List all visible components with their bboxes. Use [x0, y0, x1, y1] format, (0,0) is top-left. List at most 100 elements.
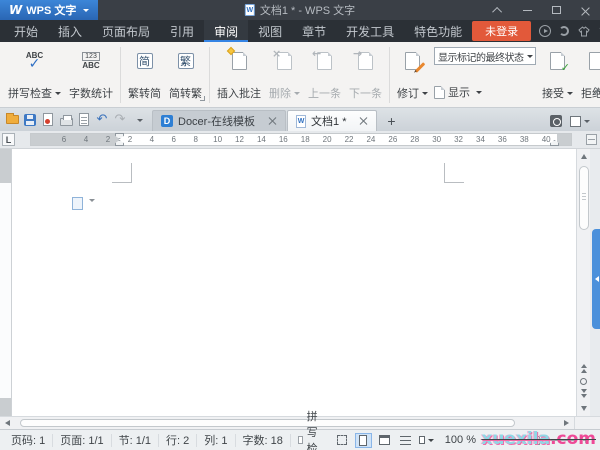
previous-page-button[interactable]	[577, 360, 591, 374]
export-pdf-button[interactable]	[40, 110, 56, 130]
document-page[interactable]	[12, 149, 576, 416]
ruler-toggle-icon[interactable]	[586, 134, 597, 145]
tabbar-tools	[550, 115, 598, 131]
tab-list-button[interactable]	[570, 115, 590, 127]
save-button[interactable]	[22, 110, 38, 130]
accept-change-icon	[550, 52, 565, 70]
insert-comment-button[interactable]: 插入批注	[213, 45, 265, 105]
app-menu-button[interactable]: W WPS 文字	[0, 0, 99, 20]
accept-change-button[interactable]: 接受	[538, 45, 577, 105]
status-field[interactable]: 字数: 18	[236, 433, 291, 447]
reject-change-button[interactable]: 拒绝	[577, 45, 600, 105]
outline-view-button[interactable]	[397, 433, 414, 448]
print-button[interactable]	[58, 110, 74, 130]
tab-section[interactable]: 章节	[292, 20, 336, 42]
chevron-down-icon	[83, 9, 90, 15]
markup-state-dropdown[interactable]: 显示标记的最终状态	[434, 47, 536, 65]
horizontal-scrollbar-thumb[interactable]	[20, 419, 515, 427]
wps-window: W WPS 文字 W 文档1 * - WPS 文字 开始 插入 页面布局 引用 …	[0, 0, 600, 450]
tab-special-features[interactable]: 特色功能	[404, 20, 472, 42]
vertical-scrollbar-thumb[interactable]	[578, 166, 589, 230]
zoom-slider-thumb[interactable]	[535, 435, 540, 445]
scroll-up-button[interactable]	[577, 149, 591, 163]
tab-view[interactable]: 视图	[248, 20, 292, 42]
browse-object-icon	[580, 377, 587, 385]
status-field[interactable]: 页面: 1/1	[53, 433, 112, 447]
tab-docer-templates[interactable]: D Docer-在线模板	[152, 110, 287, 131]
arrow-right-icon	[353, 48, 362, 59]
close-tab-icon[interactable]	[360, 117, 368, 125]
ruler-number: 8	[193, 135, 198, 144]
check-icon	[561, 62, 570, 73]
next-page-button[interactable]	[577, 388, 591, 402]
previous-comment-button: 上一条	[304, 45, 345, 105]
next-comment-button: 下一条	[345, 45, 386, 105]
vertical-scrollbar[interactable]	[576, 149, 590, 416]
traditional-to-simplified-button[interactable]: 简 繁转简	[124, 45, 165, 105]
checkbox-icon[interactable]	[297, 436, 303, 444]
tab-insert[interactable]: 插入	[48, 20, 92, 42]
word-count-button[interactable]: 123 ABC 字数统计	[65, 45, 117, 105]
fullscreen-view-button[interactable]	[334, 433, 351, 448]
side-panel-handle[interactable]	[592, 229, 600, 329]
ruler-number: 34	[476, 135, 485, 144]
undo-button[interactable]	[94, 110, 110, 130]
play-icon[interactable]	[539, 25, 552, 37]
status-field[interactable]: 页码: 1	[4, 433, 54, 447]
print-preview-button[interactable]	[76, 110, 92, 130]
dialog-launcher-icon[interactable]	[200, 96, 205, 101]
chevron-down-icon	[294, 92, 300, 98]
read-mode-button[interactable]	[418, 433, 435, 448]
outline-view-icon	[399, 435, 411, 445]
redo-icon	[115, 113, 126, 126]
status-field[interactable]: 节: 1/1	[112, 433, 160, 447]
zoom-in-button[interactable]: +	[580, 433, 592, 447]
refresh-icon[interactable]	[559, 26, 570, 36]
status-field[interactable]: 列: 1	[197, 433, 236, 447]
tab-review[interactable]: 审阅	[204, 20, 249, 42]
fullscreen-view-icon	[337, 435, 348, 445]
recent-documents-icon[interactable]	[550, 115, 562, 127]
tab-document1[interactable]: W 文档1 *	[287, 110, 378, 131]
double-chevron-down-icon	[580, 389, 587, 400]
zoom-out-button[interactable]: −	[484, 433, 496, 447]
chinese-conversion-group: 简 繁转简 繁 简转繁	[124, 45, 206, 105]
show-markup-icon	[434, 85, 445, 99]
spell-check-button[interactable]: ABC 拼写检查	[4, 45, 65, 105]
status-field[interactable]: 行: 2	[159, 433, 198, 447]
close-tab-icon[interactable]	[269, 117, 277, 125]
skin-icon[interactable]	[577, 25, 591, 37]
tab-stop-selector[interactable]: L	[2, 133, 15, 146]
close-button[interactable]	[571, 0, 600, 20]
spell-check-toggle[interactable]: 拼写检查	[291, 411, 334, 450]
open-button[interactable]	[4, 110, 20, 130]
new-tab-button[interactable]: +	[378, 110, 404, 131]
ruler-strip[interactable]: 642 2 4 6 8 10 12 14 16 18 20 22 24 26 28 30 32 34 36 38 40	[30, 133, 572, 146]
ruler-number: 16	[278, 135, 288, 144]
show-markup-button[interactable]: 显示	[434, 84, 536, 100]
x-icon	[272, 48, 281, 59]
chevron-down-icon	[526, 55, 533, 61]
web-view-button[interactable]	[376, 433, 393, 448]
track-changes-button[interactable]: 修订	[393, 45, 432, 105]
select-browse-object-button[interactable]	[577, 374, 591, 388]
horizontal-scrollbar[interactable]	[0, 416, 600, 429]
login-button[interactable]: 未登录	[472, 21, 532, 41]
maximize-button[interactable]	[542, 0, 571, 20]
scroll-down-button[interactable]	[577, 402, 591, 416]
collapse-ribbon-button[interactable]	[484, 0, 513, 20]
ruler-number: 14	[256, 135, 266, 144]
zoom-level[interactable]: 100 %	[445, 434, 476, 446]
minimize-button[interactable]	[513, 0, 542, 20]
scroll-left-button[interactable]	[0, 416, 14, 430]
zoom-slider[interactable]	[500, 435, 576, 445]
scroll-right-button[interactable]	[560, 416, 574, 430]
smart-tag-button[interactable]	[72, 197, 95, 210]
tab-home[interactable]: 开始	[4, 20, 48, 42]
page-view-button[interactable]	[354, 432, 372, 448]
tab-developer[interactable]: 开发工具	[336, 20, 404, 42]
tab-references[interactable]: 引用	[160, 20, 204, 42]
tab-page-layout[interactable]: 页面布局	[92, 20, 160, 42]
qat-customize-button[interactable]	[130, 110, 146, 130]
vertical-ruler[interactable]	[0, 149, 12, 416]
